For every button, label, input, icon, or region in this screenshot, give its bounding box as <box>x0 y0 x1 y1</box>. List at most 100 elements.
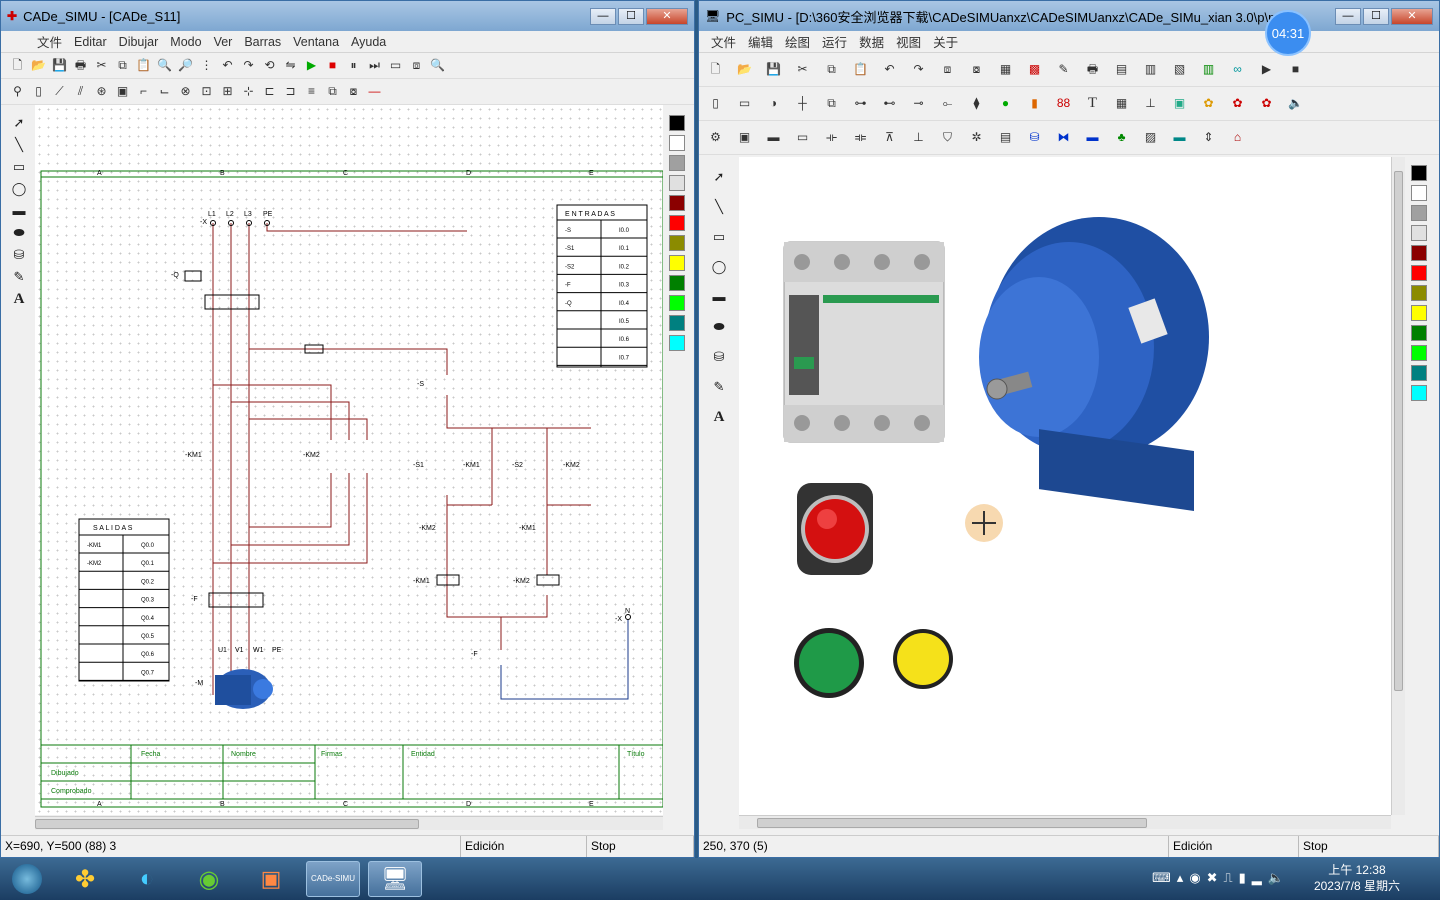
pc-menu-view[interactable]: 视图 <box>896 32 921 51</box>
pc-sound-icon[interactable]: 🔈 <box>1287 95 1304 112</box>
pc-valve-icon[interactable]: ⊥ <box>1142 95 1159 112</box>
pc-house-icon[interactable]: ⌂ <box>1229 129 1246 146</box>
pc-close-button[interactable]: ✕ <box>1391 7 1433 25</box>
pc-scroll-thumb[interactable] <box>757 818 1147 828</box>
green-lamp-icon[interactable] <box>794 628 864 698</box>
palette-swatch[interactable] <box>669 135 685 151</box>
palette-swatch[interactable] <box>669 295 685 311</box>
pc-undo-icon[interactable]: ↶ <box>881 61 898 78</box>
pc-plant-icon[interactable]: ♣ <box>1113 129 1130 146</box>
grid-icon[interactable]: ⋮ <box>198 57 215 74</box>
menu-editar[interactable]: Editar <box>74 35 107 49</box>
menu-file[interactable]: 文件 <box>37 32 62 51</box>
pc-rect-icon[interactable]: ▭ <box>713 229 725 245</box>
taskbar-app-4[interactable]: ▣ <box>244 861 298 897</box>
line-icon[interactable]: — <box>366 83 383 100</box>
power-icon[interactable]: ⚲ <box>9 83 26 100</box>
pc-text-icon[interactable]: T <box>1084 95 1101 112</box>
text-icon[interactable]: A <box>14 291 25 307</box>
pause-icon[interactable]: ⏸ <box>345 57 362 74</box>
switch-icon[interactable]: ⟋ <box>51 83 68 100</box>
pc-run-icon[interactable]: ▶ <box>1258 61 1275 78</box>
cade-schematic-canvas[interactable]: A B C D E A B C D E L1 L2 L3 PE -X -Q -F… <box>35 105 664 815</box>
contact-no-icon[interactable]: ⌐ <box>135 83 152 100</box>
menu-ver[interactable]: Ver <box>214 35 233 49</box>
pc-menu-about[interactable]: 关于 <box>933 32 958 51</box>
palette-swatch[interactable] <box>1411 345 1427 361</box>
pc-minimize-button[interactable]: — <box>1335 7 1361 25</box>
palette-swatch[interactable] <box>1411 185 1427 201</box>
pc-bucket-tool-icon[interactable]: ⛁ <box>714 349 725 365</box>
pc-hatch-icon[interactable]: ▨ <box>1142 129 1159 146</box>
palette-swatch[interactable] <box>669 115 685 131</box>
palette-swatch[interactable] <box>669 175 685 191</box>
pc-image-icon[interactable]: ▣ <box>1171 95 1188 112</box>
play-icon[interactable]: ▶ <box>303 57 320 74</box>
menu-dibujar[interactable]: Dibujar <box>119 35 159 49</box>
pc-vertical-scrollbar[interactable] <box>1391 157 1405 815</box>
search-icon[interactable]: 🔍 <box>429 57 446 74</box>
palette-swatch[interactable] <box>1411 225 1427 241</box>
pc-grid-icon[interactable]: ▦ <box>997 61 1014 78</box>
pc-stop-icon[interactable]: ■ <box>1287 61 1304 78</box>
pc-cut-icon[interactable]: ✂ <box>794 61 811 78</box>
pc-conveyor2-icon[interactable]: ▭ <box>794 129 811 146</box>
maximize-button[interactable]: ☐ <box>618 7 644 25</box>
pc-plc4-icon[interactable]: ▥ <box>1200 61 1217 78</box>
menu-ayuda[interactable]: Ayuda <box>351 35 386 49</box>
pc-valve2-icon[interactable]: ⧓ <box>1055 129 1072 146</box>
node-icon[interactable]: ⊹ <box>240 83 257 100</box>
pc-group-icon[interactable]: ⧈ <box>939 61 956 78</box>
pc-sensor-icon[interactable]: ⟛ <box>823 129 840 146</box>
rcd-breaker-icon[interactable] <box>783 241 945 443</box>
breaker-icon[interactable]: ⫽ <box>72 83 89 100</box>
pc-display-icon[interactable]: 88 <box>1055 95 1072 112</box>
new-icon[interactable]: 🗋 <box>9 57 26 74</box>
pc-maximize-button[interactable]: ☐ <box>1363 7 1389 25</box>
mirror-icon[interactable]: ⇋ <box>282 57 299 74</box>
pc-ellipse-icon[interactable]: ◯ <box>712 259 727 275</box>
pc-menu-file[interactable]: 文件 <box>711 32 736 51</box>
palette-swatch[interactable] <box>1411 245 1427 261</box>
taskbar-app-1[interactable]: ✤ <box>58 861 112 897</box>
pc-pen-icon[interactable]: ✎ <box>1055 61 1072 78</box>
pc-menu-data[interactable]: 数据 <box>859 32 884 51</box>
pc-tower-icon[interactable]: ▮ <box>1026 95 1043 112</box>
pc-lamp-icon[interactable]: ● <box>997 95 1014 112</box>
pc-palette-out-icon[interactable]: ✿ <box>1258 95 1275 112</box>
stop-icon[interactable]: ■ <box>324 57 341 74</box>
palette-swatch[interactable] <box>1411 205 1427 221</box>
palette-swatch[interactable] <box>669 155 685 171</box>
pc-palette-in-icon[interactable]: ✿ <box>1229 95 1246 112</box>
pc-text-tool-icon[interactable]: A <box>714 409 725 425</box>
picker-icon[interactable]: ✎ <box>14 269 25 285</box>
pc-tower2-icon[interactable]: ⊥ <box>910 129 927 146</box>
ellipse-icon[interactable]: ◯ <box>12 181 27 197</box>
taskbar-pc-simu[interactable]: 🖥 <box>368 861 422 897</box>
pc-redo-icon[interactable]: ↷ <box>910 61 927 78</box>
rect-icon[interactable]: ▭ <box>13 159 25 175</box>
pc-title-bar[interactable]: 🖥 PC_SIMU - [D:\360安全浏览器下载\CADeSIMUanxz\… <box>699 1 1439 31</box>
motor-icon[interactable]: ⊛ <box>93 83 110 100</box>
cade-horizontal-scrollbar[interactable] <box>35 816 663 830</box>
paste-icon[interactable]: 📋 <box>135 57 152 74</box>
menu-ventana[interactable]: Ventana <box>293 35 339 49</box>
link-icon[interactable]: ⧈ <box>408 57 425 74</box>
pc-printer-icon[interactable]: 🖶 <box>1084 61 1101 78</box>
3d-icon[interactable]: ⧇ <box>345 83 362 100</box>
wire-icon[interactable]: ≡ <box>303 83 320 100</box>
step-icon[interactable]: ⏭ <box>366 57 383 74</box>
pc-horizontal-scrollbar[interactable] <box>739 815 1391 829</box>
pc-bucket-icon[interactable]: ⛁ <box>1026 129 1043 146</box>
2d-icon[interactable]: ⧉ <box>324 83 341 100</box>
rotate-icon[interactable]: ⟲ <box>261 57 278 74</box>
red-pushbutton-icon[interactable] <box>797 483 873 575</box>
pc-panel-icon[interactable]: ▭ <box>736 95 753 112</box>
pc-bar-icon[interactable]: ▬ <box>1171 129 1188 146</box>
pc-double-icon[interactable]: ⧉ <box>823 95 840 112</box>
pc-cross-icon[interactable]: ┼ <box>794 95 811 112</box>
pc-cyl-icon[interactable]: ⊶ <box>852 95 869 112</box>
pc-copy-icon[interactable]: ⧉ <box>823 61 840 78</box>
pc-menu-run[interactable]: 运行 <box>822 32 847 51</box>
pc-panel2-icon[interactable]: ▤ <box>997 129 1014 146</box>
